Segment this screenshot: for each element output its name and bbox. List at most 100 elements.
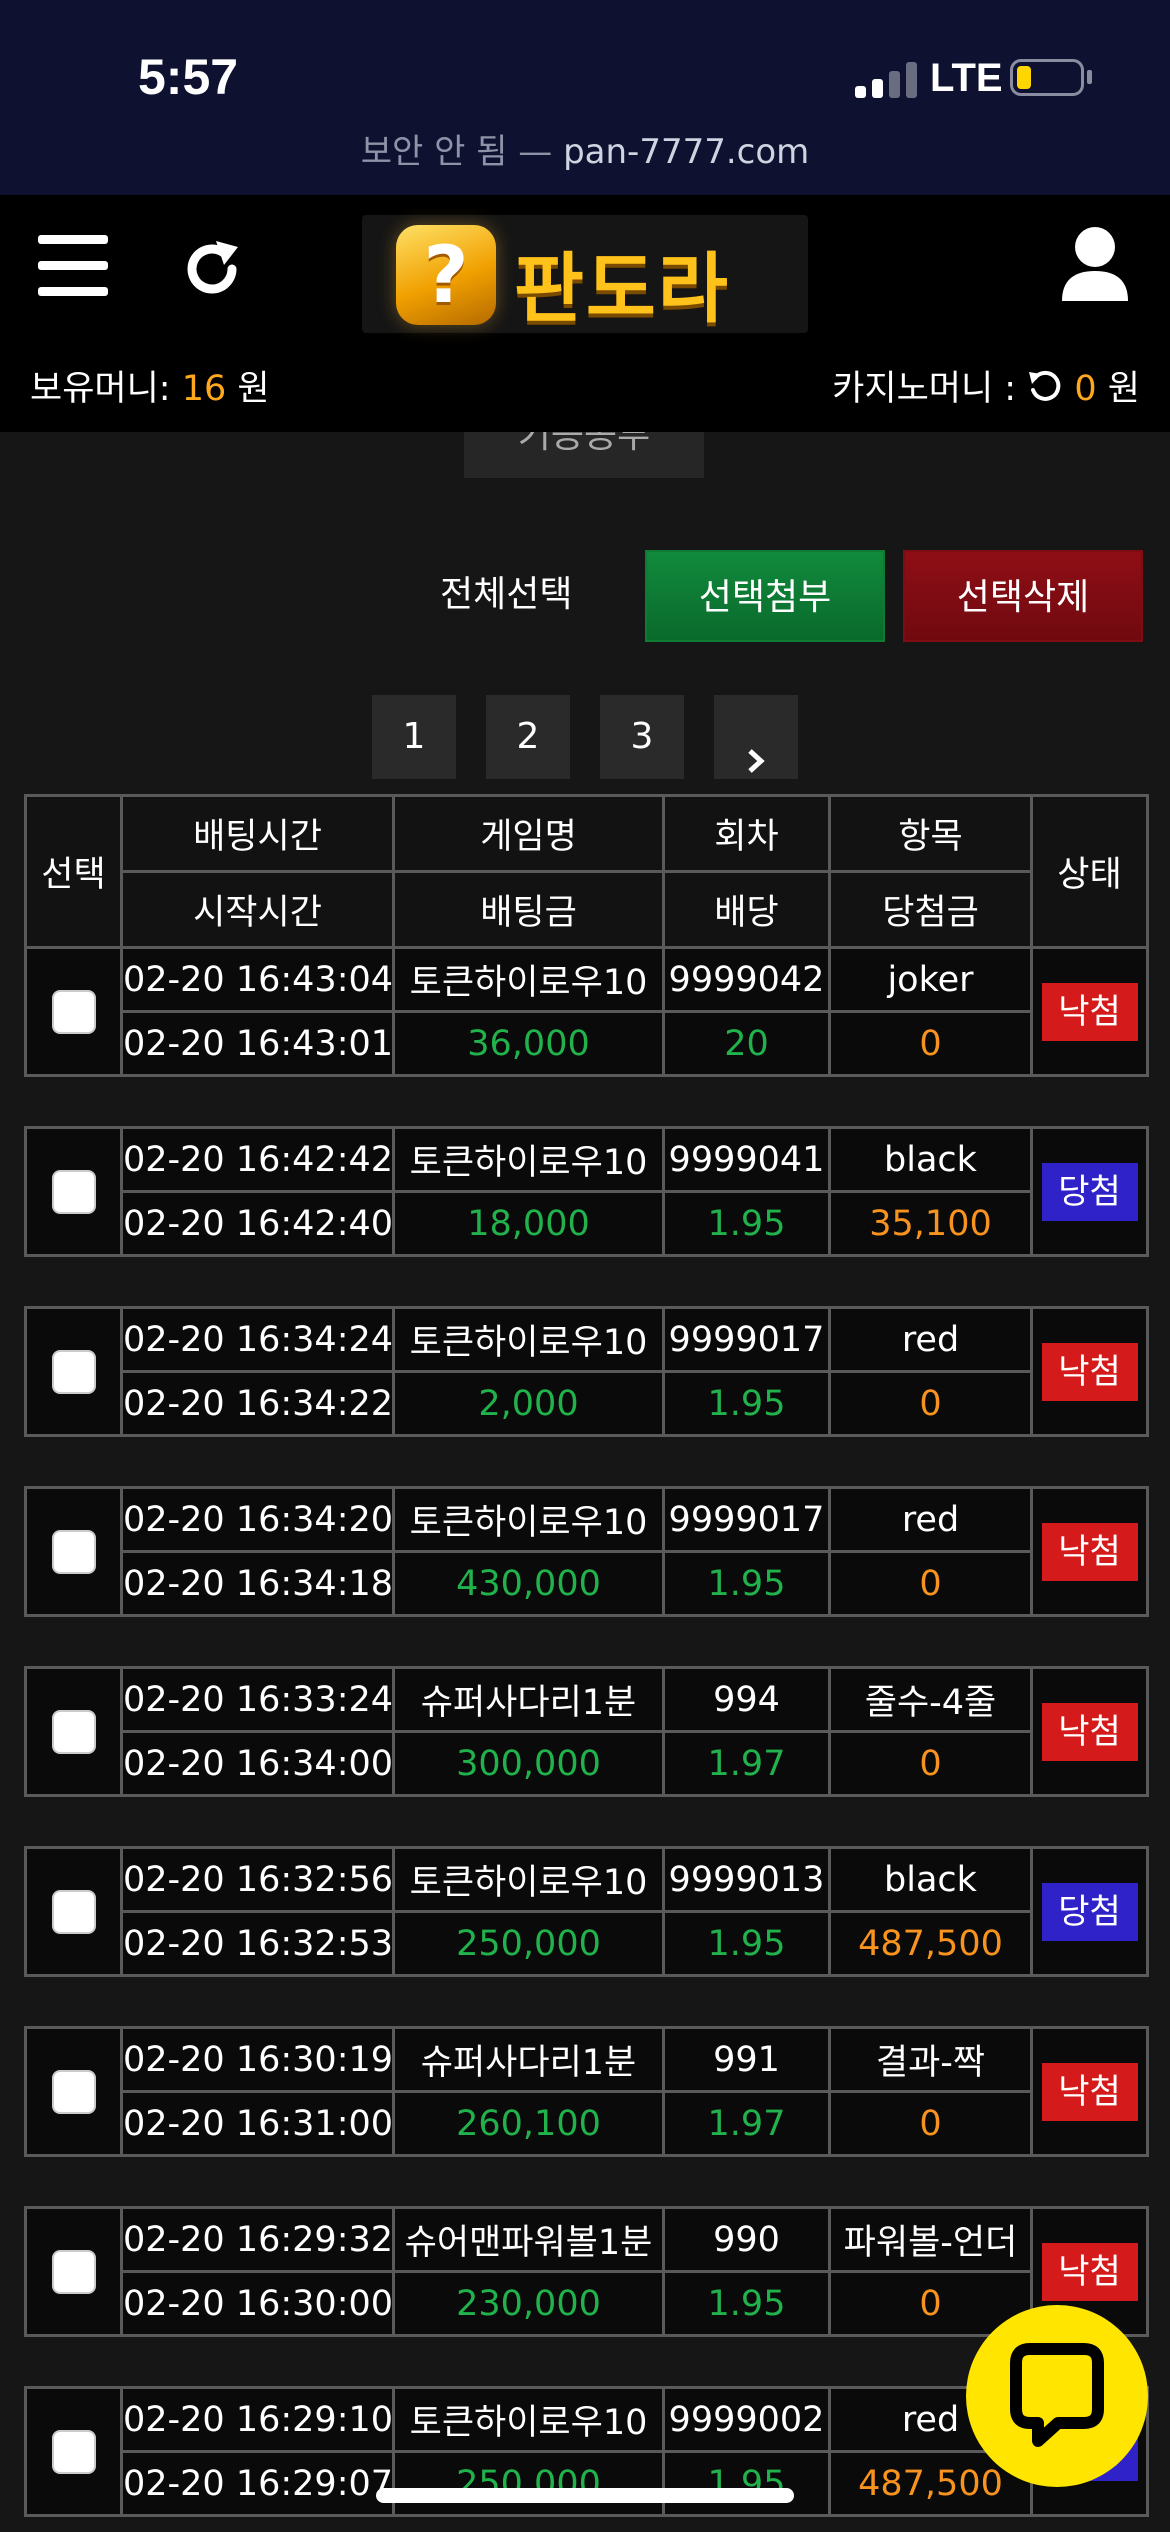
select-all-button[interactable]: 전체선택 [440, 565, 572, 617]
start-time: 02-20 16:34:00 [120, 1730, 395, 1797]
round-number: 991 [662, 2026, 831, 2093]
status-cell: 당첨 [1030, 1126, 1149, 1257]
bet-time: 02-20 16:33:24 [120, 1666, 395, 1733]
bet-item: 파워볼-언더 [828, 2206, 1033, 2273]
bet-amount: 430,000 [392, 1550, 665, 1617]
header-start-time: 시작시간 [120, 870, 395, 949]
header-game: 게임명 [392, 794, 665, 873]
balance-value: 16 [181, 369, 227, 409]
row-checkbox[interactable] [51, 2429, 96, 2474]
bet-prize: 487,500 [828, 1910, 1033, 1977]
row-checkbox[interactable] [51, 1709, 96, 1754]
bet-record: 02-20 16:32:56 토큰하이로우10 9999013 black 당첨 02-2… [24, 1846, 1149, 1977]
row-checkbox[interactable] [51, 1889, 96, 1934]
security-label: 보안 안 됨 [360, 132, 508, 172]
header-status: 상태 [1030, 794, 1149, 949]
casino-refresh-icon[interactable] [1027, 368, 1063, 404]
round-number: 9999041 [662, 1126, 831, 1193]
bet-record: 02-20 16:34:24 토큰하이로우10 9999017 red 낙첨 02-20 … [24, 1306, 1149, 1437]
bet-record: 02-20 16:30:19 슈퍼사다리1분 991 결과-짝 낙첨 02-20 16:3… [24, 2026, 1149, 2157]
chat-bubble-icon [1010, 2343, 1104, 2447]
header-item: 항목 [828, 794, 1033, 873]
network-type: LTE [930, 56, 1003, 100]
start-time: 02-20 16:43:01 [120, 1010, 395, 1077]
attach-selected-button[interactable]: 선택첨부 [645, 550, 885, 642]
bet-odds: 1.95 [662, 2450, 831, 2517]
menu-icon[interactable] [38, 235, 108, 297]
start-time: 02-20 16:34:18 [120, 1550, 395, 1617]
bet-item: red [828, 1306, 1033, 1373]
bet-amount: 250,000 [392, 1910, 665, 1977]
start-time: 02-20 16:34:22 [120, 1370, 395, 1437]
bet-prize: 0 [828, 1730, 1033, 1797]
url-bar[interactable]: 보안 안 됨 — pan-7777.com [0, 124, 1170, 173]
bet-time: 02-20 16:32:56 [120, 1846, 395, 1913]
bet-amount: 230,000 [392, 2270, 665, 2337]
bet-prize: 35,100 [828, 1190, 1033, 1257]
status-cell: 낙첨 [1030, 2026, 1149, 2157]
status-badge: 낙첨 [1041, 982, 1138, 1041]
logo-text: 판도라 [514, 244, 730, 333]
game-name: 슈어맨파워볼1분 [392, 2206, 665, 2273]
partial-button[interactable]: 기능공부 [464, 432, 704, 478]
chat-button[interactable] [966, 2305, 1148, 2487]
refresh-icon[interactable] [178, 235, 246, 303]
round-number: 9999017 [662, 1306, 831, 1373]
select-cell [24, 1306, 123, 1437]
game-name: 슈퍼사다리1분 [392, 2026, 665, 2093]
header-odds: 배당 [662, 870, 831, 949]
casino-balance-value: 0 [1074, 369, 1097, 409]
start-time: 02-20 16:42:40 [120, 1190, 395, 1257]
status-bar: 5:57 LTE 보안 안 됨 — pan-7777.com [0, 0, 1170, 195]
next-page-button[interactable] [714, 695, 798, 779]
row-checkbox[interactable] [51, 2249, 96, 2294]
row-checkbox[interactable] [51, 1529, 96, 1574]
logo-mark-icon: ? [396, 225, 496, 325]
status-badge: 당첨 [1041, 1882, 1138, 1941]
status-cell: 당첨 [1030, 1846, 1149, 1977]
status-badge: 낙첨 [1041, 1702, 1138, 1761]
bet-item: 결과-짝 [828, 2026, 1033, 2093]
status-badge: 당첨 [1041, 1162, 1138, 1221]
casino-balance-display: 카지노머니 : 0 원 [832, 368, 1140, 409]
bet-prize: 0 [828, 1010, 1033, 1077]
page-1-button[interactable]: 1 [372, 695, 456, 779]
bet-time: 02-20 16:30:19 [120, 2026, 395, 2093]
delete-selected-button[interactable]: 선택삭제 [903, 550, 1143, 642]
game-name: 토큰하이로우10 [392, 1306, 665, 1373]
balance-display: 보유머니: 16 원 [30, 369, 270, 409]
game-name: 토큰하이로우10 [392, 2386, 665, 2453]
start-time: 02-20 16:32:53 [120, 1910, 395, 1977]
round-number: 990 [662, 2206, 831, 2273]
row-checkbox[interactable] [51, 989, 96, 1034]
status-cell: 낙첨 [1030, 1306, 1149, 1437]
row-checkbox[interactable] [51, 1169, 96, 1214]
select-cell [24, 1846, 123, 1977]
bet-item: red [828, 1486, 1033, 1553]
page-3-button[interactable]: 3 [600, 695, 684, 779]
bet-prize: 0 [828, 2090, 1033, 2157]
row-checkbox[interactable] [51, 1349, 96, 1394]
page-2-button[interactable]: 2 [486, 695, 570, 779]
header-round: 회차 [662, 794, 831, 873]
round-number: 9999002 [662, 2386, 831, 2453]
header-bet-time: 배팅시간 [120, 794, 395, 873]
status-time: 5:57 [138, 49, 239, 105]
bet-amount: 260,100 [392, 2090, 665, 2157]
select-cell [24, 1126, 123, 1257]
user-icon[interactable] [1060, 225, 1130, 303]
select-cell [24, 946, 123, 1077]
start-time: 02-20 16:31:00 [120, 2090, 395, 2157]
bet-odds: 20 [662, 1010, 831, 1077]
home-indicator [376, 2488, 794, 2503]
row-checkbox[interactable] [51, 2069, 96, 2114]
site-logo[interactable]: ? 판도라 [362, 215, 808, 333]
game-name: 토큰하이로우10 [392, 1126, 665, 1193]
round-number: 9999017 [662, 1486, 831, 1553]
status-cell: 낙첨 [1030, 1486, 1149, 1617]
battery-icon [1010, 59, 1084, 96]
bet-odds: 1.95 [662, 1550, 831, 1617]
signal-icon [855, 62, 917, 98]
game-name: 토큰하이로우10 [392, 1486, 665, 1553]
bet-time: 02-20 16:43:04 [120, 946, 395, 1013]
